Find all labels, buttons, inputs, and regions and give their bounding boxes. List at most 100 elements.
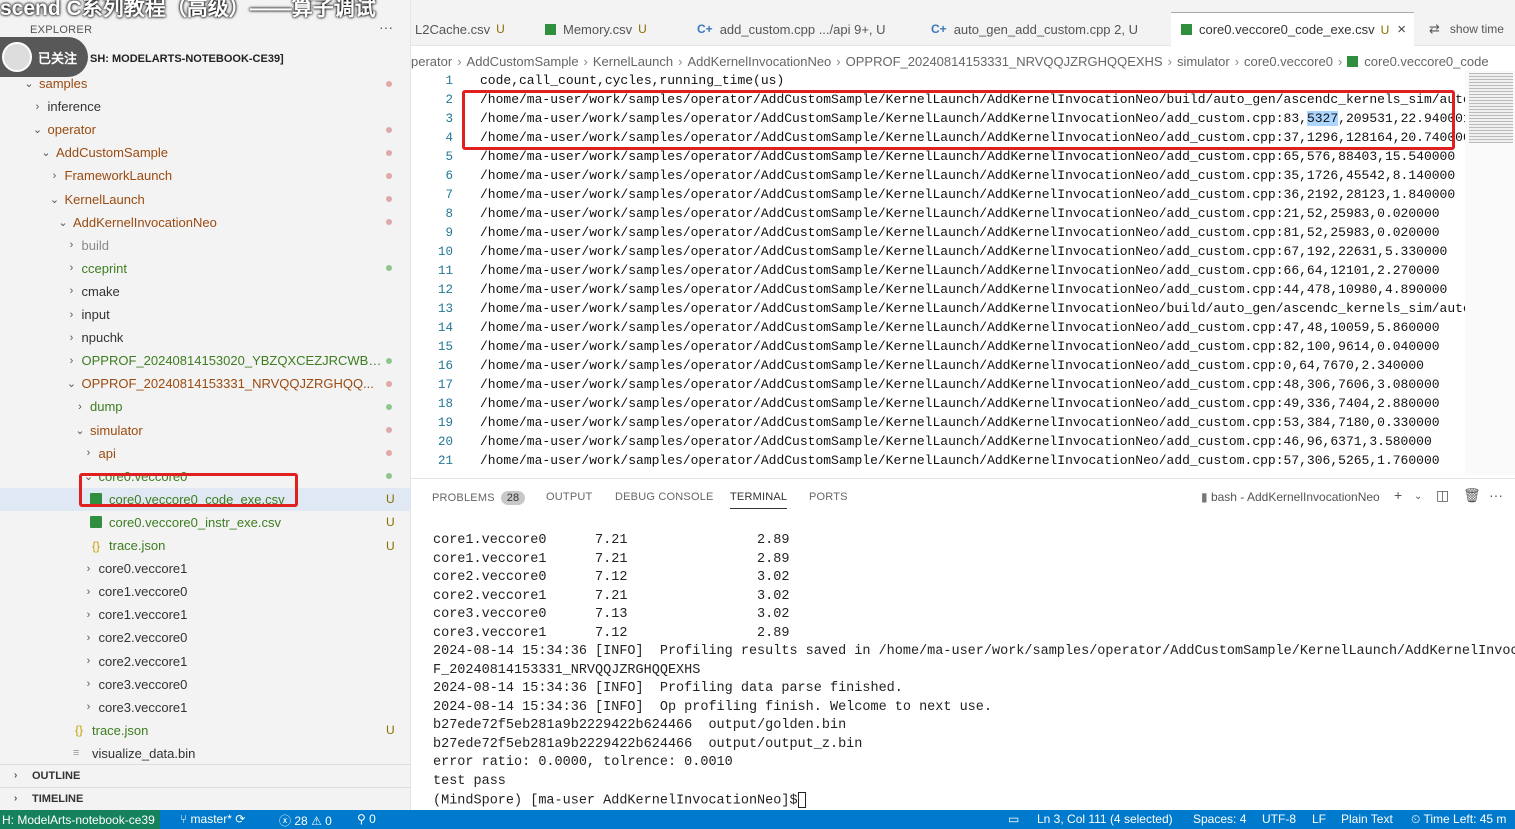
- chevron-down-icon[interactable]: ⌄: [65, 377, 79, 390]
- chevron-down-icon[interactable]: ⌄: [1414, 491, 1422, 502]
- folder-item[interactable]: ⌄ operator: [0, 118, 410, 141]
- code-line[interactable]: 16/home/ma-user/work/samples/operator/Ad…: [411, 356, 1465, 375]
- code-line[interactable]: 9/home/ma-user/work/samples/operator/Add…: [411, 223, 1465, 242]
- chevron-right-icon[interactable]: ›: [82, 563, 96, 575]
- chevron-right-icon[interactable]: ›: [82, 447, 96, 459]
- code-line[interactable]: 20/home/ma-user/work/samples/operator/Ad…: [411, 432, 1465, 451]
- remote-indicator[interactable]: H: ModelArts-notebook-ce39: [0, 810, 160, 829]
- folder-item[interactable]: › core3.veccore0: [0, 673, 410, 696]
- breadcrumb-item[interactable]: AddCustomSample: [467, 54, 579, 69]
- code-line[interactable]: 11/home/ma-user/work/samples/operator/Ad…: [411, 261, 1465, 280]
- chevron-right-icon[interactable]: ›: [65, 239, 79, 251]
- file-item[interactable]: {} trace.json U: [0, 719, 410, 742]
- code-line[interactable]: 18/home/ma-user/work/samples/operator/Ad…: [411, 394, 1465, 413]
- workspace-root[interactable]: SH: MODELARTS-NOTEBOOK-CE39]: [90, 53, 284, 65]
- code-line[interactable]: 15/home/ma-user/work/samples/operator/Ad…: [411, 337, 1465, 356]
- outline-section[interactable]: › OUTLINE: [0, 764, 410, 786]
- folder-item[interactable]: › core1.veccore1: [0, 603, 410, 626]
- tab-core0-veccore0-code-exe-csv[interactable]: core0.veccore0_code_exe.csv U ×: [1171, 12, 1415, 46]
- code-line[interactable]: 17/home/ma-user/work/samples/operator/Ad…: [411, 375, 1465, 394]
- breadcrumb-item[interactable]: core0.veccore0_code: [1364, 54, 1488, 69]
- code-line[interactable]: 2/home/ma-user/work/samples/operator/Add…: [411, 90, 1465, 109]
- end-of-line[interactable]: LF: [1312, 812, 1326, 826]
- chevron-right-icon[interactable]: ›: [65, 355, 79, 367]
- tab-auto-gen-add-custom-cpp[interactable]: C+ auto_gen_add_custom.cpp 2, U: [931, 12, 1138, 46]
- breadcrumb-item[interactable]: AddKernelInvocationNeo: [687, 54, 831, 69]
- tab-terminal[interactable]: TERMINAL: [730, 491, 788, 509]
- folder-item[interactable]: ⌄ AddKernelInvocationNeo: [0, 211, 410, 234]
- chevron-right-icon[interactable]: ›: [65, 332, 79, 344]
- chevron-right-icon[interactable]: ›: [31, 101, 45, 113]
- breadcrumb-item[interactable]: perator: [411, 54, 452, 69]
- chevron-right-icon[interactable]: ›: [82, 632, 96, 644]
- chevron-right-icon[interactable]: ›: [82, 701, 96, 713]
- editor-content[interactable]: 1 code,call_count,cycles,running_time(us)…: [411, 71, 1465, 475]
- indentation[interactable]: Spaces: 4: [1193, 812, 1246, 826]
- code-line[interactable]: 12/home/ma-user/work/samples/operator/Ad…: [411, 280, 1465, 299]
- follow-overlay[interactable]: 已关注: [0, 37, 88, 77]
- folder-item[interactable]: › cceprint: [0, 257, 410, 280]
- timeline-section[interactable]: › TIMELINE: [0, 787, 410, 809]
- tab-output[interactable]: OUTPUT: [546, 491, 592, 503]
- chevron-down-icon[interactable]: ⌄: [31, 123, 45, 136]
- chevron-down-icon[interactable]: ⌄: [56, 216, 70, 229]
- git-branch-button[interactable]: ⑂ master* ⟳: [180, 812, 245, 826]
- chevron-down-icon[interactable]: ⌄: [48, 193, 62, 206]
- minimap[interactable]: [1465, 71, 1515, 475]
- close-icon[interactable]: ×: [1397, 21, 1406, 38]
- terminal-prompt[interactable]: (MindSpore) [ma-user AddKernelInvocation…: [433, 792, 806, 810]
- code-line[interactable]: 13/home/ma-user/work/samples/operator/Ad…: [411, 299, 1465, 318]
- code-line[interactable]: 21/home/ma-user/work/samples/operator/Ad…: [411, 451, 1465, 470]
- minimap-slider[interactable]: [1469, 73, 1513, 143]
- folder-item[interactable]: › core3.veccore1: [0, 696, 410, 719]
- chevron-down-icon[interactable]: ⌄: [82, 470, 96, 483]
- show-time-button[interactable]: ⇄ show time: [1429, 12, 1504, 46]
- folder-item[interactable]: › input: [0, 303, 410, 326]
- tab-ports[interactable]: PORTS: [809, 491, 848, 503]
- breadcrumb-item[interactable]: KernelLaunch: [593, 54, 673, 69]
- folder-item[interactable]: ⌄ simulator: [0, 419, 410, 442]
- chevron-down-icon[interactable]: ⌄: [39, 146, 53, 159]
- folder-item[interactable]: › core2.veccore0: [0, 626, 410, 649]
- folder-item[interactable]: ⌄ KernelLaunch: [0, 188, 410, 211]
- folder-item[interactable]: › cmake: [0, 280, 410, 303]
- terminal-output[interactable]: core1.veccore0 7.21 2.89 core1.veccore1 7…: [411, 516, 1515, 810]
- folder-item[interactable]: › build: [0, 234, 410, 257]
- folder-item[interactable]: ⌄ core0.veccore0: [0, 465, 410, 488]
- database-icon[interactable]: ▭: [1008, 812, 1019, 826]
- folder-item[interactable]: › npuchk: [0, 326, 410, 349]
- breadcrumb-item[interactable]: core0.veccore0: [1244, 54, 1333, 69]
- code-line[interactable]: 8/home/ma-user/work/samples/operator/Add…: [411, 204, 1465, 223]
- chevron-down-icon[interactable]: ⌄: [73, 424, 87, 437]
- folder-item[interactable]: ⌄ AddCustomSample: [0, 141, 410, 164]
- folder-item[interactable]: › dump: [0, 395, 410, 418]
- more-actions-icon[interactable]: ···: [1489, 487, 1503, 503]
- ports-status-button[interactable]: ⚲ 0: [357, 812, 376, 826]
- chevron-right-icon[interactable]: ›: [82, 678, 96, 690]
- tab-memory-csv[interactable]: Memory.csv U: [545, 12, 647, 46]
- file-item[interactable]: ≡ visualize_data.bin: [0, 742, 410, 765]
- folder-item[interactable]: › api: [0, 442, 410, 465]
- chevron-right-icon[interactable]: ›: [65, 285, 79, 297]
- folder-item[interactable]: › core2.veccore1: [0, 650, 410, 673]
- folder-item[interactable]: › core1.veccore0: [0, 580, 410, 603]
- encoding[interactable]: UTF-8: [1262, 812, 1296, 826]
- chevron-right-icon[interactable]: ›: [48, 170, 62, 182]
- problems-status-button[interactable]: ⓧ 28 ⚠ 0: [279, 812, 332, 829]
- terminal-selector[interactable]: ▮ bash - AddKernelInvocationNeo: [1201, 490, 1380, 504]
- split-terminal-icon[interactable]: ◫: [1436, 487, 1449, 504]
- tab-debug-console[interactable]: DEBUG CONSOLE: [615, 491, 714, 503]
- trash-icon[interactable]: 🗑: [1463, 487, 1481, 504]
- code-line[interactable]: 19/home/ma-user/work/samples/operator/Ad…: [411, 413, 1465, 432]
- folder-item[interactable]: › FrameworkLaunch: [0, 164, 410, 187]
- code-line[interactable]: 6/home/ma-user/work/samples/operator/Add…: [411, 166, 1465, 185]
- file-item[interactable]: core0.veccore0_instr_exe.csv U: [0, 511, 410, 534]
- chevron-right-icon[interactable]: ›: [65, 262, 79, 274]
- file-item[interactable]: core0.veccore0_code_exe.csv U: [0, 487, 410, 511]
- tab-l2cache-csv[interactable]: L2Cache.csv U: [415, 12, 505, 46]
- chevron-down-icon[interactable]: ⌄: [22, 77, 36, 90]
- explorer-more-actions-button[interactable]: ···: [379, 19, 393, 35]
- cursor-position[interactable]: Ln 3, Col 111 (4 selected): [1037, 812, 1173, 826]
- code-line[interactable]: 7/home/ma-user/work/samples/operator/Add…: [411, 185, 1465, 204]
- chevron-right-icon[interactable]: ›: [82, 655, 96, 667]
